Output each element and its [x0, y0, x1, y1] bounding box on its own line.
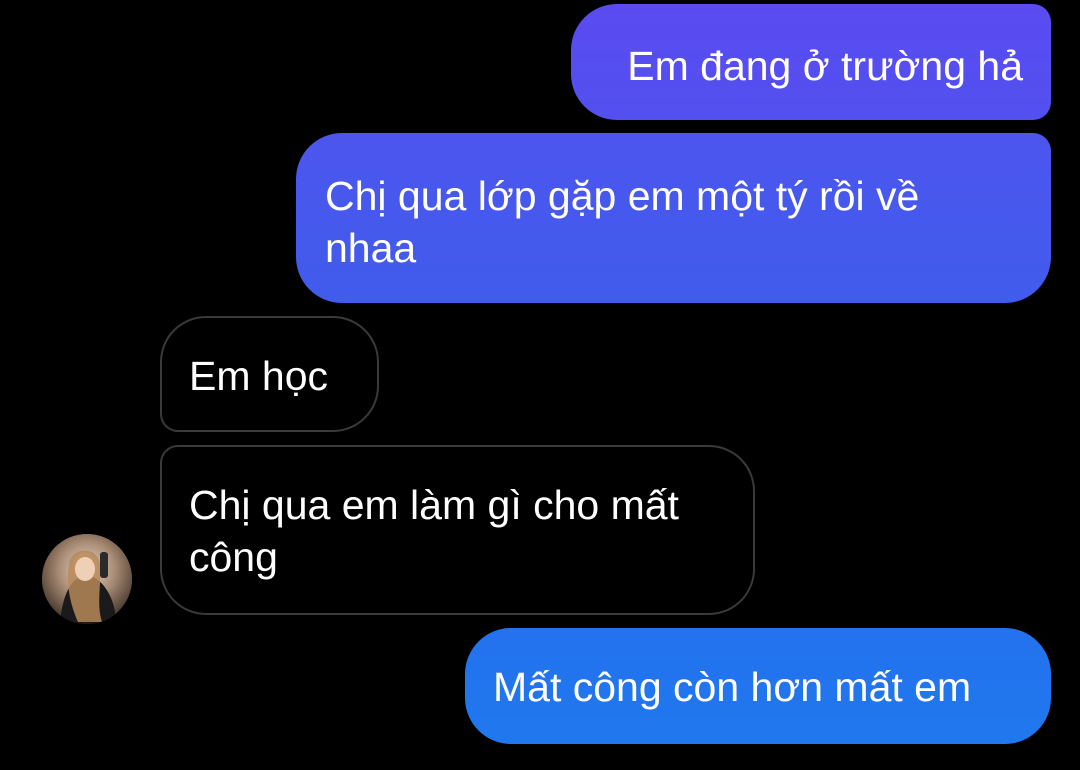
received-message-bubble[interactable]: Chị qua em làm gì cho mất công [160, 445, 755, 615]
message-text: Em đang ở trường hả [627, 43, 1023, 89]
sent-message-bubble[interactable]: Em đang ở trường hả [571, 4, 1051, 120]
sent-message-bubble[interactable]: Mất công còn hơn mất em [465, 628, 1051, 744]
received-message-bubble[interactable]: Em học [160, 316, 379, 432]
message-text: Chị qua lớp gặp em một tý rồi về nhaa [325, 173, 920, 271]
message-text: Chị qua em làm gì cho mất công [189, 482, 679, 580]
sent-message-bubble[interactable]: Chị qua lớp gặp em một tý rồi về nhaa [296, 133, 1051, 303]
message-thread: Em đang ở trường hả Chị qua lớp gặp em m… [0, 0, 1080, 770]
contact-avatar-icon[interactable] [42, 534, 132, 624]
avatar-photo-icon [42, 534, 132, 624]
message-text: Em học [189, 353, 328, 399]
message-text: Mất công còn hơn mất em [493, 664, 972, 710]
